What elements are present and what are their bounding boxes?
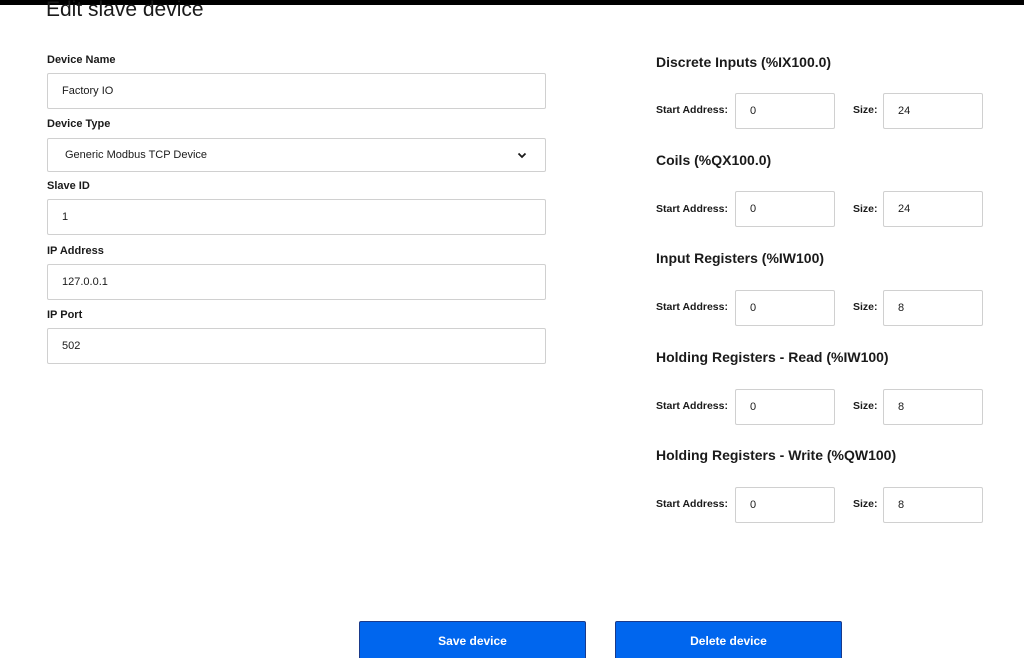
holding-registers-write-size-label: Size: — [853, 498, 878, 510]
device-name-label: Device Name — [47, 54, 116, 66]
coils-size-label: Size: — [853, 203, 878, 215]
holding-registers-write-title: Holding Registers - Write (%QW100) — [656, 447, 897, 463]
slave-id-input[interactable] — [47, 199, 546, 235]
discrete-inputs-size-label: Size: — [853, 104, 878, 116]
coils-start-input[interactable] — [735, 191, 835, 227]
holding-registers-write-start-label: Start Address: — [656, 498, 728, 510]
input-registers-start-input[interactable] — [735, 290, 835, 326]
discrete-inputs-start-label: Start Address: — [656, 104, 728, 116]
slave-id-label: Slave ID — [47, 180, 90, 192]
holding-registers-read-size-label: Size: — [853, 400, 878, 412]
holding-registers-write-start-input[interactable] — [735, 487, 835, 523]
chevron-down-icon — [516, 149, 528, 161]
delete-device-button[interactable]: Delete device — [615, 621, 842, 658]
discrete-inputs-start-input[interactable] — [735, 93, 835, 129]
discrete-inputs-title: Discrete Inputs (%IX100.0) — [656, 54, 832, 70]
ip-port-input[interactable] — [47, 328, 546, 364]
holding-registers-read-start-label: Start Address: — [656, 400, 728, 412]
holding-registers-read-title: Holding Registers - Read (%IW100) — [656, 349, 889, 365]
holding-registers-read-size-input[interactable] — [883, 389, 983, 425]
device-type-value: Generic Modbus TCP Device — [65, 149, 208, 161]
ip-port-label: IP Port — [47, 309, 83, 321]
page-title: Edit slave device — [46, 0, 204, 21]
holding-registers-write-size-input[interactable] — [883, 487, 983, 523]
input-registers-size-label: Size: — [853, 301, 878, 313]
coils-title: Coils (%QX100.0) — [656, 152, 772, 168]
device-type-select[interactable]: Generic Modbus TCP Device — [47, 138, 546, 172]
save-device-button[interactable]: Save device — [359, 621, 586, 658]
ip-address-input[interactable] — [47, 264, 546, 300]
coils-size-input[interactable] — [883, 191, 983, 227]
coils-start-label: Start Address: — [656, 203, 728, 215]
device-type-label: Device Type — [47, 118, 111, 130]
ip-address-label: IP Address — [47, 245, 104, 257]
input-registers-title: Input Registers (%IW100) — [656, 250, 825, 266]
discrete-inputs-size-input[interactable] — [883, 93, 983, 129]
holding-registers-read-start-input[interactable] — [735, 389, 835, 425]
input-registers-start-label: Start Address: — [656, 301, 728, 313]
device-name-input[interactable] — [47, 73, 546, 109]
input-registers-size-input[interactable] — [883, 290, 983, 326]
